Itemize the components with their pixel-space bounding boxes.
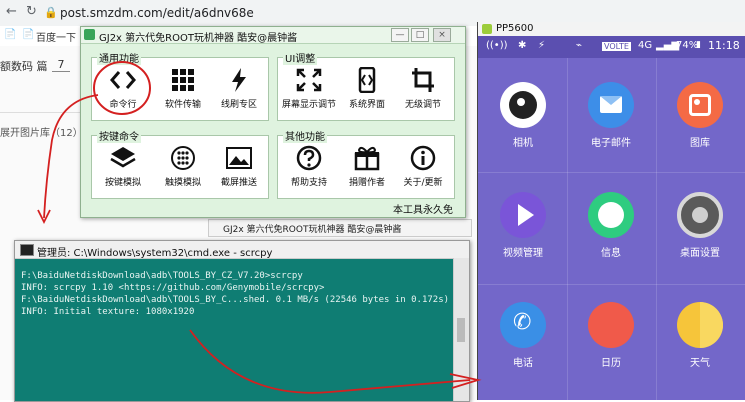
phone-frame-icon bbox=[358, 67, 376, 93]
battery-icon: ▮ bbox=[696, 40, 701, 50]
camera-icon bbox=[500, 82, 546, 128]
cmd-window: 管理员: C:\Windows\system32\cmd.exe - scrcp… bbox=[14, 240, 470, 402]
maximize-icon[interactable]: □ bbox=[411, 28, 429, 42]
group-keys-label: 按键命令 bbox=[97, 128, 141, 143]
status-bar: ((•)) ✱ ⚡ ⌁ VOLTE 4G ▂▄▆ 74% ▮ 11:18 bbox=[478, 36, 745, 58]
about-update-button[interactable]: 关于/更新 bbox=[393, 145, 453, 188]
clock: 11:18 bbox=[708, 39, 740, 52]
volte-badge: VOLTE bbox=[602, 42, 631, 51]
flash-icon: ⚡ bbox=[538, 40, 546, 51]
app-messages[interactable]: 信息 bbox=[568, 192, 654, 259]
app-phone[interactable]: ✆ 电话 bbox=[480, 302, 566, 369]
stepless-adjust-button[interactable]: 无级调节 bbox=[393, 67, 453, 110]
app-desktop-settings[interactable]: 桌面设置 bbox=[657, 192, 743, 259]
cmd-line: F:\BaiduNetdiskDownload\adb\TOOLS_BY_C..… bbox=[21, 295, 450, 305]
back-icon[interactable]: ← bbox=[6, 4, 17, 19]
system-ui-button[interactable]: 系统界面 bbox=[337, 67, 397, 110]
file-transfer-button[interactable]: 软件传输 bbox=[153, 67, 213, 110]
divider bbox=[0, 112, 80, 113]
close-icon[interactable]: × bbox=[433, 28, 451, 42]
editor-category: 额数码 篇 bbox=[0, 60, 48, 73]
expand-icon bbox=[296, 68, 322, 92]
terminal-icon bbox=[20, 244, 34, 256]
donate-button[interactable]: 捐赠作者 bbox=[337, 145, 397, 188]
code-icon bbox=[110, 71, 136, 89]
app-video[interactable]: 视频管理 bbox=[480, 192, 566, 259]
phone-title: PP5600 bbox=[496, 23, 534, 34]
help-icon bbox=[296, 145, 322, 171]
bookmark-icon[interactable]: 📄 bbox=[4, 29, 16, 40]
command-line-button[interactable]: 命令行 bbox=[93, 67, 153, 110]
gj2x-title: GJ2x 第六代免ROOT玩机神器 酷安@晨钟酱 bbox=[99, 33, 298, 44]
cmd-title: 管理员: C:\Windows\system32\cmd.exe - scrcp… bbox=[37, 248, 273, 259]
app-gallery[interactable]: 图库 bbox=[657, 82, 743, 149]
info-icon bbox=[410, 145, 436, 171]
minimize-icon[interactable]: — bbox=[391, 28, 409, 42]
screenshot-push-button[interactable]: 截屏推送 bbox=[209, 145, 269, 188]
image-icon bbox=[226, 147, 252, 169]
address-bar[interactable]: post.smzdm.com/edit/a6dnv68e bbox=[60, 6, 254, 20]
app-email[interactable]: 电子邮件 bbox=[568, 82, 654, 149]
app-camera[interactable]: 相机 bbox=[480, 82, 566, 149]
play-icon bbox=[500, 192, 546, 238]
bluetooth-icon: ✱ bbox=[518, 40, 527, 51]
cmd-scrollbar[interactable] bbox=[453, 258, 469, 401]
group-ui-label: UI调整 bbox=[283, 50, 318, 65]
cmd-titlebar: 管理员: C:\Windows\system32\cmd.exe - scrcp… bbox=[15, 241, 469, 259]
touch-simulation-button[interactable]: 触摸模拟 bbox=[153, 145, 213, 188]
mail-icon bbox=[588, 82, 634, 128]
gallery-icon bbox=[677, 82, 723, 128]
bookmark-baidu[interactable]: 百度一下 bbox=[36, 29, 76, 44]
cmd-line: INFO: Initial texture: 1080x1920 bbox=[21, 307, 195, 317]
phone-mirror-window: PP5600 ((•)) ✱ ⚡ ⌁ VOLTE 4G ▂▄▆ 74% ▮ 11… bbox=[477, 22, 745, 400]
footer-text: 本工具永久免 bbox=[393, 205, 453, 216]
vibrate-icon: ⌁ bbox=[576, 40, 583, 51]
cmd-line: F:\BaiduNetdiskDownload\adb\TOOLS_BY_CZ_… bbox=[21, 271, 303, 281]
gj2x-titlebar: GJ2x 第六代免ROOT玩机神器 酷安@晨钟酱 — □ × bbox=[81, 27, 465, 44]
bookmark-icon[interactable]: 📄 bbox=[22, 29, 34, 40]
message-icon bbox=[588, 192, 634, 238]
app-weather[interactable]: 天气 bbox=[657, 302, 743, 369]
gear-icon bbox=[677, 192, 723, 238]
android-icon bbox=[482, 24, 492, 34]
group-general-label: 通用功能 bbox=[97, 50, 141, 65]
divider bbox=[478, 172, 745, 173]
refresh-icon[interactable]: ↻ bbox=[26, 4, 37, 19]
flash-zone-button[interactable]: 线刷专区 bbox=[209, 67, 269, 110]
group-other-label: 其他功能 bbox=[283, 128, 327, 143]
editor-count[interactable]: 7 bbox=[52, 58, 70, 72]
divider bbox=[478, 284, 745, 285]
wifi-icon: ((•)) bbox=[486, 40, 508, 51]
help-button[interactable]: 帮助支持 bbox=[279, 145, 339, 188]
grid-icon bbox=[172, 69, 194, 91]
weather-icon bbox=[677, 302, 723, 348]
signal-badge: 4G bbox=[638, 40, 653, 51]
battery-text: 74% bbox=[676, 40, 699, 51]
phone-icon: ✆ bbox=[500, 302, 546, 348]
gj2x-window: GJ2x 第六代免ROOT玩机神器 酷安@晨钟酱 — □ × 通用功能 命令行 … bbox=[80, 26, 466, 218]
phone-titlebar: PP5600 bbox=[478, 22, 745, 37]
lightning-icon bbox=[232, 68, 246, 92]
scrollbar-thumb[interactable] bbox=[457, 318, 465, 342]
app-calendar[interactable]: 日历 bbox=[568, 302, 654, 369]
app-icon bbox=[84, 29, 95, 40]
screen-display-button[interactable]: 屏幕显示调节 bbox=[279, 67, 339, 110]
gallery-toggle[interactable]: 展开图片库（12） bbox=[0, 124, 83, 139]
crop-icon bbox=[412, 68, 434, 92]
key-simulation-button[interactable]: 按键模拟 bbox=[93, 145, 153, 188]
layers-icon bbox=[110, 147, 136, 168]
cmd-line: INFO: scrcpy 1.10 <https://github.com/Ge… bbox=[21, 283, 325, 293]
gift-icon bbox=[354, 146, 380, 171]
lock-icon: 🔒 bbox=[44, 6, 58, 19]
dial-icon bbox=[171, 146, 195, 170]
calendar-icon bbox=[588, 302, 634, 348]
background-window-title: GJ2x 第六代免ROOT玩机神器 酷安@晨钟酱 bbox=[208, 219, 472, 237]
